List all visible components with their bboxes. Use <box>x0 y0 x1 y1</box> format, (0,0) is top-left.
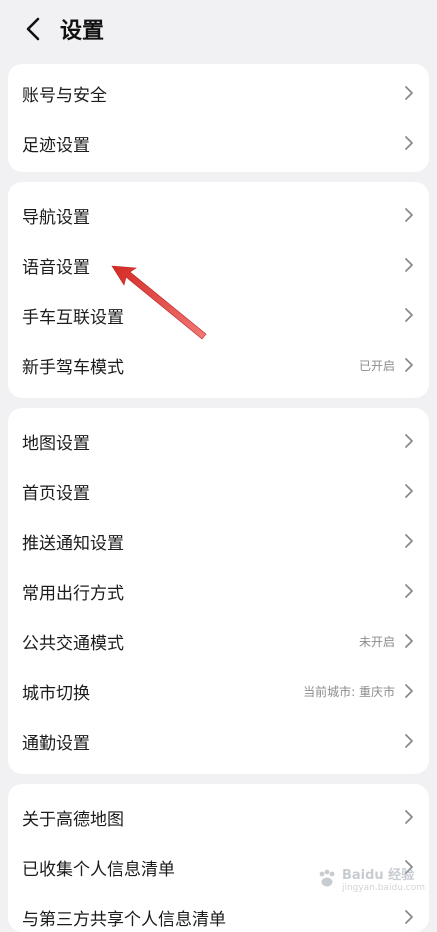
chevron-right-icon <box>403 85 415 101</box>
paw-icon <box>319 869 335 886</box>
chevron-right-icon <box>403 433 415 449</box>
chevron-right-icon <box>403 533 415 549</box>
settings-item-label: 首页设置 <box>22 483 90 504</box>
settings-item-travel-mode[interactable]: 常用出行方式 <box>8 566 429 616</box>
chevron-right-icon <box>403 357 415 373</box>
settings-group-navigation: 导航设置 语音设置 手车互联设置 新手驾车模式 已开启 <box>8 182 429 398</box>
settings-item-city-switch[interactable]: 城市切换 当前城市: 重庆市 <box>8 666 429 716</box>
settings-group-map: 地图设置 首页设置 推送通知设置 常用出行方式 公共交通模式 未开启 城市切换 … <box>8 408 429 774</box>
settings-item-label: 城市切换 <box>22 683 90 704</box>
watermark-text: Baidu 经验 <box>341 868 415 883</box>
settings-item-label: 地图设置 <box>22 433 90 454</box>
chevron-right-icon <box>403 683 415 699</box>
settings-item-label: 语音设置 <box>22 257 90 278</box>
settings-item-navigation[interactable]: 导航设置 <box>8 190 429 240</box>
settings-item-push-notification[interactable]: 推送通知设置 <box>8 516 429 566</box>
watermark-sub: jingyan.baidu.com <box>341 883 425 893</box>
settings-item-home[interactable]: 首页设置 <box>8 466 429 516</box>
chevron-right-icon <box>403 909 415 925</box>
settings-item-label: 导航设置 <box>22 207 90 228</box>
chevron-right-icon <box>403 583 415 599</box>
settings-group-about: 关于高德地图 已收集个人信息清单 与第三方共享个人信息清单 <box>8 784 429 932</box>
settings-item-label: 手车互联设置 <box>22 307 124 328</box>
settings-item-label: 公共交通模式 <box>22 633 124 654</box>
top-bar: 设置 <box>0 0 437 58</box>
settings-item-third-party-sharing[interactable]: 与第三方共享个人信息清单 <box>8 892 429 932</box>
settings-item-commute[interactable]: 通勤设置 <box>8 716 429 766</box>
settings-item-label: 常用出行方式 <box>22 583 124 604</box>
settings-item-label: 与第三方共享个人信息清单 <box>22 909 226 930</box>
settings-group-account: 账号与安全 足迹设置 <box>8 64 429 172</box>
settings-item-novice-driving[interactable]: 新手驾车模式 已开启 <box>8 340 429 390</box>
chevron-right-icon <box>403 257 415 273</box>
settings-item-voice[interactable]: 语音设置 <box>8 240 429 290</box>
settings-item-label: 足迹设置 <box>22 135 90 156</box>
watermark: Baidu 经验 jingyan.baidu.com <box>316 864 425 893</box>
settings-item-label: 推送通知设置 <box>22 533 124 554</box>
chevron-right-icon <box>403 135 415 151</box>
chevron-right-icon <box>403 483 415 499</box>
chevron-right-icon <box>403 307 415 323</box>
settings-item-footprint[interactable]: 足迹设置 <box>8 118 429 168</box>
page-title: 设置 <box>60 19 105 44</box>
chevron-right-icon <box>403 809 415 825</box>
settings-item-label: 通勤设置 <box>22 733 90 754</box>
status-value: 未开启 <box>358 634 395 649</box>
current-city-value: 当前城市: 重庆市 <box>303 684 395 699</box>
settings-item-about[interactable]: 关于高德地图 <box>8 792 429 842</box>
settings-item-label: 关于高德地图 <box>22 809 124 830</box>
chevron-left-icon <box>26 17 40 41</box>
settings-item-public-transit[interactable]: 公共交通模式 未开启 <box>8 616 429 666</box>
chevron-right-icon <box>403 633 415 649</box>
settings-item-label: 账号与安全 <box>22 85 107 106</box>
chevron-right-icon <box>403 733 415 749</box>
status-value: 已开启 <box>358 358 395 373</box>
settings-item-account-security[interactable]: 账号与安全 <box>8 68 429 118</box>
settings-item-map[interactable]: 地图设置 <box>8 416 429 466</box>
settings-item-phone-car-link[interactable]: 手车互联设置 <box>8 290 429 340</box>
chevron-right-icon <box>403 207 415 223</box>
settings-item-label: 新手驾车模式 <box>22 357 124 378</box>
back-button[interactable] <box>18 14 48 44</box>
